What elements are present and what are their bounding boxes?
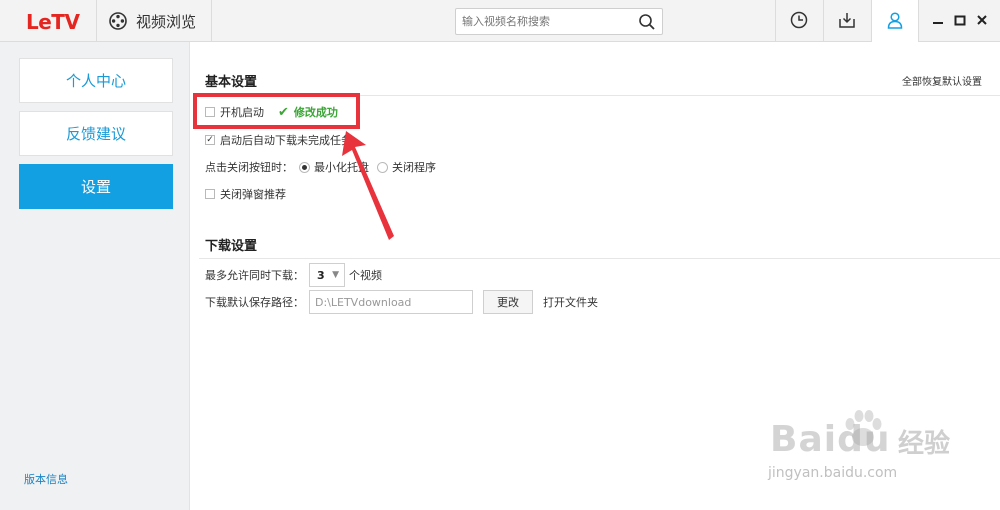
sidebar-item-label: 反馈建议 [65,125,126,143]
close-button[interactable] [973,12,991,30]
auto-download-checkbox[interactable]: ✓ [205,135,215,145]
close-icon [976,14,988,29]
chevron-down-icon: ▼ [332,270,339,280]
max-download-value: 3 [317,268,325,282]
close-popup-row: 关闭弹窗推荐 [205,186,286,202]
auto-download-row: ✓ 启动后自动下载未完成任务 [205,132,352,148]
download-button[interactable] [824,0,870,42]
close-popup-checkbox[interactable] [205,189,215,199]
maximize-button[interactable] [951,12,969,30]
sidebar: 个人中心 反馈建议 设置 版本信息 [0,42,190,510]
baidu-watermark: Baidu 经验 jingyan.baidu.com [760,405,960,485]
minimize-button[interactable] [929,12,947,30]
auto-download-label: 启动后自动下载未完成任务 [220,134,352,147]
watermark-cn: 经验 [898,429,951,459]
annotation-highlight-box [193,93,360,129]
maximize-icon [954,14,966,29]
clock-icon [790,11,808,32]
close-action-label: 点击关闭按钮时： [205,161,293,174]
watermark-brand: Baidu [770,419,891,460]
sidebar-item-settings[interactable]: 设置 [19,164,173,209]
download-icon [837,11,857,32]
minimize-icon [932,14,944,29]
basic-settings-title: 基本设置 [205,75,258,90]
max-download-row: 最多允许同时下载： 3 ▼ 个视频 [205,263,382,287]
exit-program-label: 关闭程序 [392,161,436,174]
browse-label: 视频浏览 [136,12,197,31]
close-action-row: 点击关闭按钮时： 最小化托盘 关闭程序 [205,159,436,175]
max-download-unit: 个视频 [349,269,382,282]
save-path-field[interactable]: D:\LETVdownload [309,290,473,314]
search-box [455,8,663,35]
version-info-link[interactable]: 版本信息 [24,471,68,487]
change-path-button[interactable]: 更改 [483,290,533,314]
sidebar-item-personal-center[interactable]: 个人中心 [19,58,173,103]
divider [96,0,97,42]
max-download-label: 最多允许同时下载： [205,269,304,282]
minimize-tray-radio[interactable] [299,161,310,173]
sidebar-item-feedback[interactable]: 反馈建议 [19,111,173,156]
exit-program-radio[interactable] [377,161,388,173]
user-icon [886,11,904,32]
close-popup-label: 关闭弹窗推荐 [220,188,286,201]
user-button[interactable] [872,0,918,42]
restore-defaults-link[interactable]: 全部恢复默认设置 [902,73,982,88]
divider [918,0,919,42]
minimize-tray-label: 最小化托盘 [314,161,369,174]
save-path-row: 下载默认保存路径： D:\LETVdownload 更改 打开文件夹 [205,290,598,314]
history-button[interactable] [776,0,822,42]
divider [211,0,212,42]
max-download-select[interactable]: 3 ▼ [309,263,345,287]
sidebar-item-label: 个人中心 [65,72,126,90]
open-folder-link[interactable]: 打开文件夹 [543,294,598,310]
divider [199,258,1000,259]
browse-button[interactable]: 视频浏览 [108,11,196,31]
download-settings-title: 下载设置 [205,239,258,254]
film-reel-icon [108,11,128,31]
app-logo[interactable]: LeTV [26,10,80,34]
save-path-label: 下载默认保存路径： [205,296,304,309]
sidebar-item-label: 设置 [80,178,111,196]
search-input[interactable] [456,9,631,34]
watermark-url: jingyan.baidu.com [768,465,898,481]
title-bar: LeTV 视频浏览 [0,0,1000,42]
search-icon[interactable] [638,13,656,31]
